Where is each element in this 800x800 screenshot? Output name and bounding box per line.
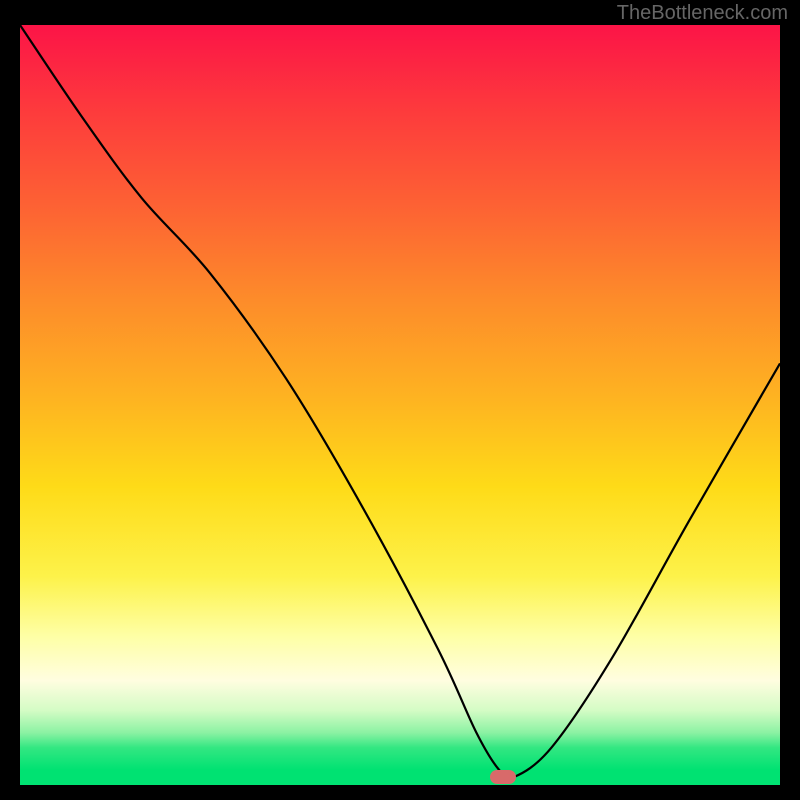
optimal-marker (490, 770, 516, 784)
watermark-text: TheBottleneck.com (617, 2, 788, 25)
plot-area (20, 25, 780, 785)
gradient-background (20, 25, 780, 770)
green-baseline (20, 770, 780, 785)
chart-frame (20, 25, 780, 785)
